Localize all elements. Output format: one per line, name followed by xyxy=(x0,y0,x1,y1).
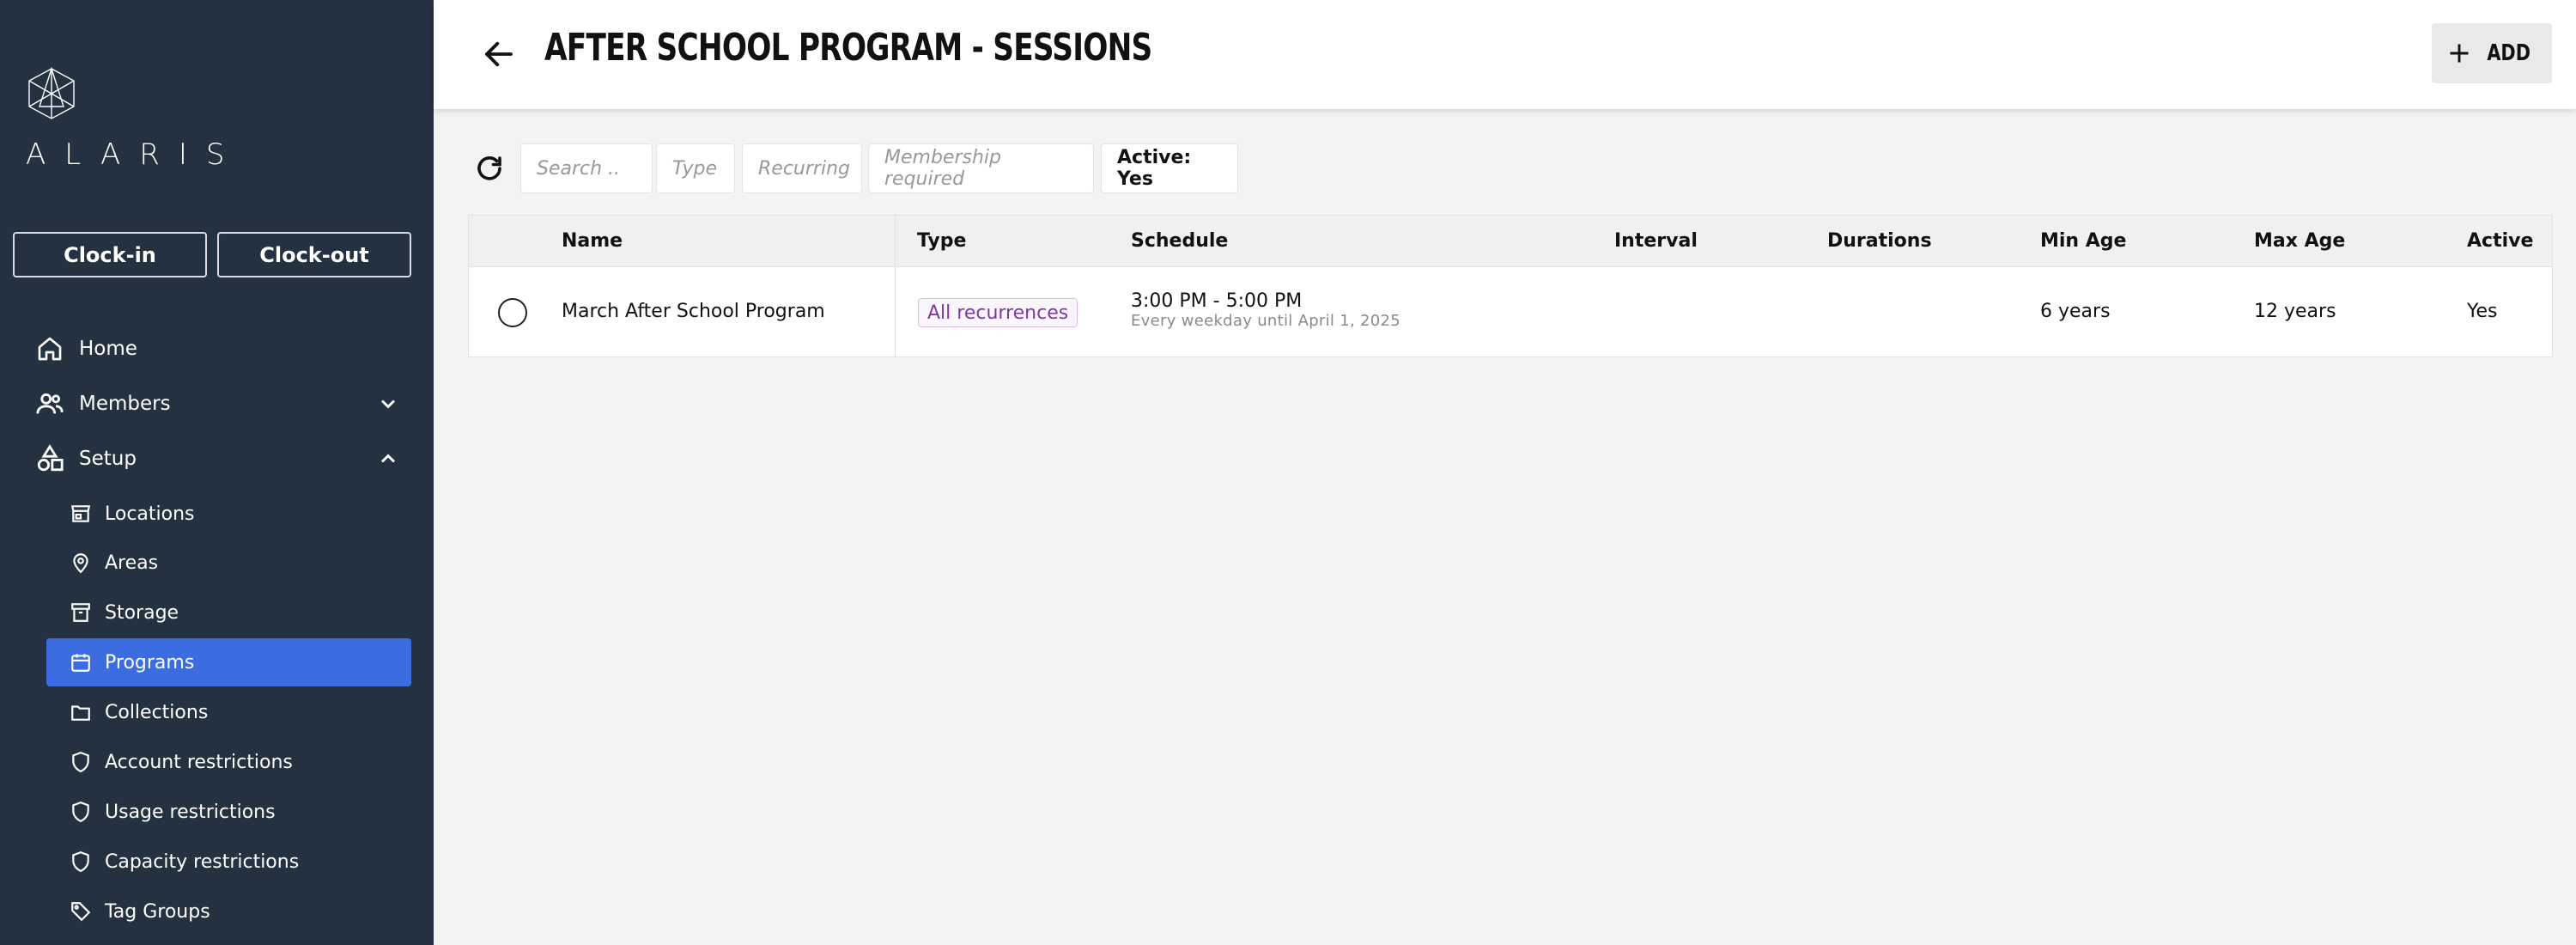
type-badge: All recurrences xyxy=(918,298,1078,327)
nav-item-members[interactable]: Members xyxy=(34,380,412,428)
shield-icon xyxy=(69,750,93,774)
chevron-up-icon[interactable] xyxy=(376,447,400,471)
cell-name[interactable]: March After School Program xyxy=(562,301,825,322)
sidebar-item-label: Collections xyxy=(105,701,209,723)
sidebar-item-storage[interactable]: Storage xyxy=(46,588,411,637)
column-header-schedule[interactable]: Schedule xyxy=(1131,230,1228,252)
column-header-max-age[interactable]: Max Age xyxy=(2254,230,2345,252)
sidebar-item-label: Locations xyxy=(105,503,195,525)
sidebar-item-label: Storage xyxy=(105,601,179,624)
sidebar-item-collections[interactable]: Collections xyxy=(46,688,411,736)
refresh-icon[interactable] xyxy=(474,153,505,184)
shield-icon xyxy=(69,800,93,824)
members-icon xyxy=(34,388,65,419)
home-icon xyxy=(34,333,65,364)
cell-min-age: 6 years xyxy=(2040,301,2111,322)
sidebar-item-label: Capacity restrictions xyxy=(105,850,300,873)
sidebar-item-usage-restrictions[interactable]: Usage restrictions xyxy=(46,788,411,836)
schedule-time: 3:00 PM - 5:00 PM xyxy=(1131,290,1303,312)
schedule-description: Every weekday until April 1, 2025 xyxy=(1131,312,1401,330)
column-divider xyxy=(895,216,896,357)
row-select-radio[interactable] xyxy=(498,298,527,327)
column-header-type[interactable]: Type xyxy=(917,230,966,252)
clock-out-button[interactable]: Clock-out xyxy=(217,232,411,277)
sidebar-item-account-restrictions[interactable]: Account restrictions xyxy=(46,738,411,786)
plus-icon xyxy=(2450,44,2469,63)
table-header: Name Type Schedule Interval Durations Mi… xyxy=(469,216,2552,267)
nav-item-label: Setup xyxy=(79,448,137,470)
folder-icon xyxy=(69,700,93,724)
chevron-down-icon[interactable] xyxy=(376,392,400,416)
sidebar-item-capacity-restrictions[interactable]: Capacity restrictions xyxy=(46,838,411,886)
column-header-name[interactable]: Name xyxy=(562,230,623,252)
add-button-label: ADD xyxy=(2487,40,2531,66)
column-header-interval[interactable]: Interval xyxy=(1614,230,1698,252)
cell-max-age: 12 years xyxy=(2254,301,2336,322)
logo-mark-icon xyxy=(28,67,75,119)
logo-text: ALARIS xyxy=(26,137,244,172)
nav-item-setup[interactable]: Setup xyxy=(34,435,412,483)
tag-icon xyxy=(69,899,93,924)
recurring-filter[interactable]: Recurring xyxy=(742,143,862,193)
sidebar-item-label: Account restrictions xyxy=(105,751,293,773)
column-header-active[interactable]: Active xyxy=(2467,230,2533,252)
cell-active: Yes xyxy=(2467,301,2498,322)
type-filter[interactable]: Type xyxy=(656,143,735,193)
sidebar: ALARIS Clock-in Clock-out Home Members S… xyxy=(0,0,434,945)
calendar-icon xyxy=(69,650,93,674)
back-arrow-icon[interactable] xyxy=(481,36,517,72)
sidebar-item-areas[interactable]: Areas xyxy=(46,539,411,587)
sidebar-item-programs[interactable]: Programs xyxy=(46,638,411,686)
page-title: AFTER SCHOOL PROGRAM - SESSIONS xyxy=(544,26,1152,70)
archive-icon xyxy=(69,601,93,625)
active-filter[interactable]: Active: Yes xyxy=(1101,143,1238,193)
clock-in-button[interactable]: Clock-in xyxy=(13,232,207,277)
cell-schedule: 3:00 PM - 5:00 PM Every weekday until Ap… xyxy=(1131,290,1400,330)
nav-item-home[interactable]: Home xyxy=(34,325,412,373)
shield-icon xyxy=(69,850,93,874)
column-header-min-age[interactable]: Min Age xyxy=(2040,230,2126,252)
sidebar-item-locations[interactable]: Locations xyxy=(46,490,411,538)
sidebar-item-label: Areas xyxy=(105,552,159,574)
membership-required-filter[interactable]: Membership required xyxy=(868,143,1094,193)
sidebar-item-label: Programs xyxy=(105,651,195,674)
sidebar-item-label: Usage restrictions xyxy=(105,801,276,823)
sessions-table: Name Type Schedule Interval Durations Mi… xyxy=(468,215,2553,357)
nav-item-label: Members xyxy=(79,393,171,415)
alaris-logo[interactable]: ALARIS xyxy=(26,67,249,179)
map-pin-icon xyxy=(69,551,93,575)
column-header-durations[interactable]: Durations xyxy=(1827,230,1932,252)
search-input[interactable]: Search .. xyxy=(520,143,653,193)
store-icon xyxy=(69,502,93,526)
nav-item-label: Home xyxy=(79,338,137,360)
add-button[interactable]: ADD xyxy=(2432,23,2552,83)
sidebar-item-tag-groups[interactable]: Tag Groups xyxy=(46,887,411,936)
sidebar-item-label: Tag Groups xyxy=(105,900,210,923)
setup-icon xyxy=(34,443,65,474)
